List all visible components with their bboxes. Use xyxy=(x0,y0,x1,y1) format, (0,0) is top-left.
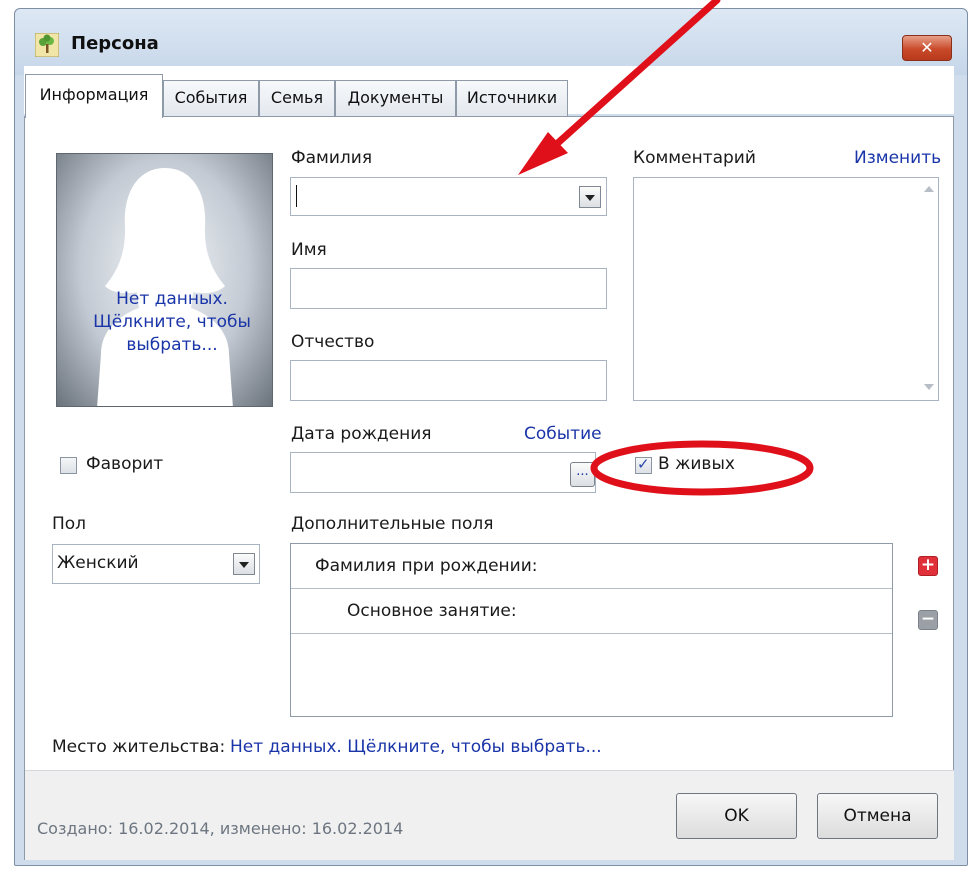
tab-info-label: Информация xyxy=(39,85,149,104)
status-text: Создано: 16.02.2014, изменено: 16.02.201… xyxy=(37,819,404,838)
alive-checkbox[interactable]: ✓ xyxy=(635,455,652,474)
table-row[interactable]: Основное занятие: xyxy=(291,589,892,634)
comment-edit-link[interactable]: Изменить xyxy=(854,148,941,168)
table-row[interactable]: Фамилия при рождении: xyxy=(291,544,892,589)
browse-label: ... xyxy=(576,464,589,479)
tab-family-label: Семья xyxy=(270,88,324,107)
add-field-glyph: + xyxy=(920,555,936,575)
remove-field-glyph: − xyxy=(920,609,936,629)
favorite-checkbox[interactable] xyxy=(60,457,77,474)
chevron-down-icon[interactable] xyxy=(233,553,255,575)
birthdate-input[interactable] xyxy=(290,452,596,493)
event-link[interactable]: Событие xyxy=(524,424,602,444)
silhouette-icon xyxy=(97,168,233,406)
dialog-footer: Создано: 16.02.2014, изменено: 16.02.201… xyxy=(25,770,954,860)
text-caret xyxy=(296,185,297,207)
photo-empty-text[interactable]: Нет данных. Щёлкните, чтобы выбрать... xyxy=(77,288,267,357)
tab-documents-label: Документы xyxy=(347,88,444,107)
ok-label: OK xyxy=(724,806,749,826)
cancel-label: Отмена xyxy=(843,806,912,826)
minus-icon[interactable]: − xyxy=(918,610,938,630)
comment-label: Комментарий xyxy=(633,148,756,168)
name-label: Имя xyxy=(291,240,327,260)
gender-select[interactable]: Женский xyxy=(52,544,260,584)
ok-button[interactable]: OK xyxy=(676,793,797,839)
surname-label: Фамилия xyxy=(291,148,373,168)
plus-icon[interactable]: + xyxy=(918,556,938,576)
residence-link[interactable]: Нет данных. Щёлкните, чтобы выбрать... xyxy=(230,737,602,757)
scroll-up-icon[interactable] xyxy=(924,186,934,192)
scroll-down-icon[interactable] xyxy=(924,384,934,390)
checkmark-icon: ✓ xyxy=(637,455,650,473)
favorite-label: Фаворит xyxy=(86,454,164,474)
tree-icon xyxy=(35,33,59,57)
chevron-down-icon[interactable] xyxy=(579,186,601,208)
window-title: Персона xyxy=(71,33,159,54)
tab-documents[interactable]: Документы xyxy=(335,80,456,116)
birthdate-label: Дата рождения xyxy=(291,424,432,444)
tab-sources[interactable]: Источники xyxy=(456,80,568,116)
patronymic-input[interactable] xyxy=(290,360,607,401)
alive-label: В живых xyxy=(658,454,735,474)
gender-label: Пол xyxy=(52,514,87,534)
name-input[interactable] xyxy=(290,268,607,309)
surname-combobox[interactable] xyxy=(290,177,607,216)
residence-label: Место жительства: xyxy=(52,737,226,757)
extra-fields-label: Дополнительные поля xyxy=(291,514,494,534)
browse-button[interactable]: ... xyxy=(570,462,595,487)
tab-sources-label: Источники xyxy=(466,88,558,107)
tab-family[interactable]: Семья xyxy=(259,80,335,116)
patronymic-label: Отчество xyxy=(291,332,375,352)
comment-textarea[interactable] xyxy=(633,177,939,401)
tab-events-label: События xyxy=(174,88,248,107)
cancel-button[interactable]: Отмена xyxy=(817,793,938,839)
photo-placeholder[interactable]: Нет данных. Щёлкните, чтобы выбрать... xyxy=(56,153,273,407)
close-icon: ✕ xyxy=(920,38,934,57)
tab-events[interactable]: События xyxy=(163,80,259,116)
extra-field-label: Основное занятие: xyxy=(347,601,517,621)
extra-fields-grid: Фамилия при рождении: Основное занятие: xyxy=(290,543,893,717)
tab-info[interactable]: Информация xyxy=(25,74,163,118)
extra-field-label: Фамилия при рождении: xyxy=(315,556,538,576)
gender-value: Женский xyxy=(57,553,139,573)
close-button[interactable]: ✕ xyxy=(902,35,952,61)
